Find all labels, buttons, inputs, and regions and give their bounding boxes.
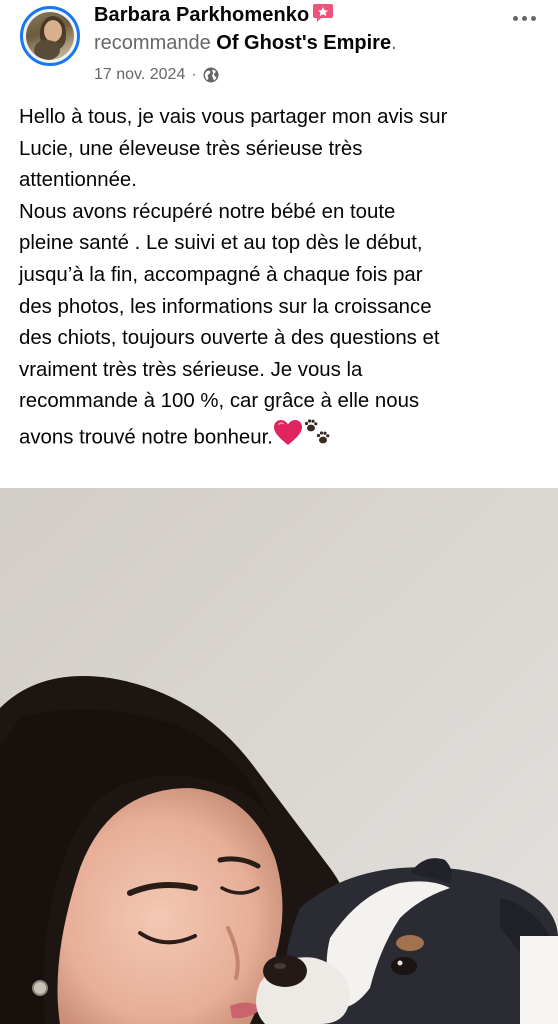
post-body: Hello à tous, je vais vous partager mon … [19, 102, 543, 459]
author-line: Barbara Parkhomenko [94, 2, 334, 28]
recommend-line: recommande Of Ghost's Empire. [94, 32, 397, 55]
meta-separator: · [191, 66, 197, 83]
recommend-badge-icon [312, 3, 334, 23]
post-date[interactable]: 17 nov. 2024 [94, 66, 185, 84]
more-options-icon [512, 15, 536, 21]
post-body-text: Hello à tous, je vais vous partager mon … [19, 106, 448, 449]
woman-kissing-puppy-photo[interactable] [0, 488, 558, 1024]
recommendation-post: Barbara Parkhomenko recommande Of Ghost'… [0, 0, 558, 1024]
author-name[interactable]: Barbara Parkhomenko [94, 4, 309, 27]
recommend-verb: recommande [94, 32, 211, 54]
recommended-page-link[interactable]: Of Ghost's Empire [216, 32, 391, 54]
paw-prints-emoji [303, 418, 333, 459]
heart-emoji [273, 419, 303, 458]
avatar-photo [26, 12, 74, 60]
post-meta: 17 nov. 2024 · [94, 64, 219, 86]
more-options-button[interactable] [504, 6, 544, 30]
post-header: Barbara Parkhomenko recommande Of Ghost'… [0, 0, 558, 96]
author-avatar[interactable] [20, 6, 80, 66]
globe-icon[interactable] [203, 67, 219, 83]
recommend-suffix: . [391, 32, 397, 54]
